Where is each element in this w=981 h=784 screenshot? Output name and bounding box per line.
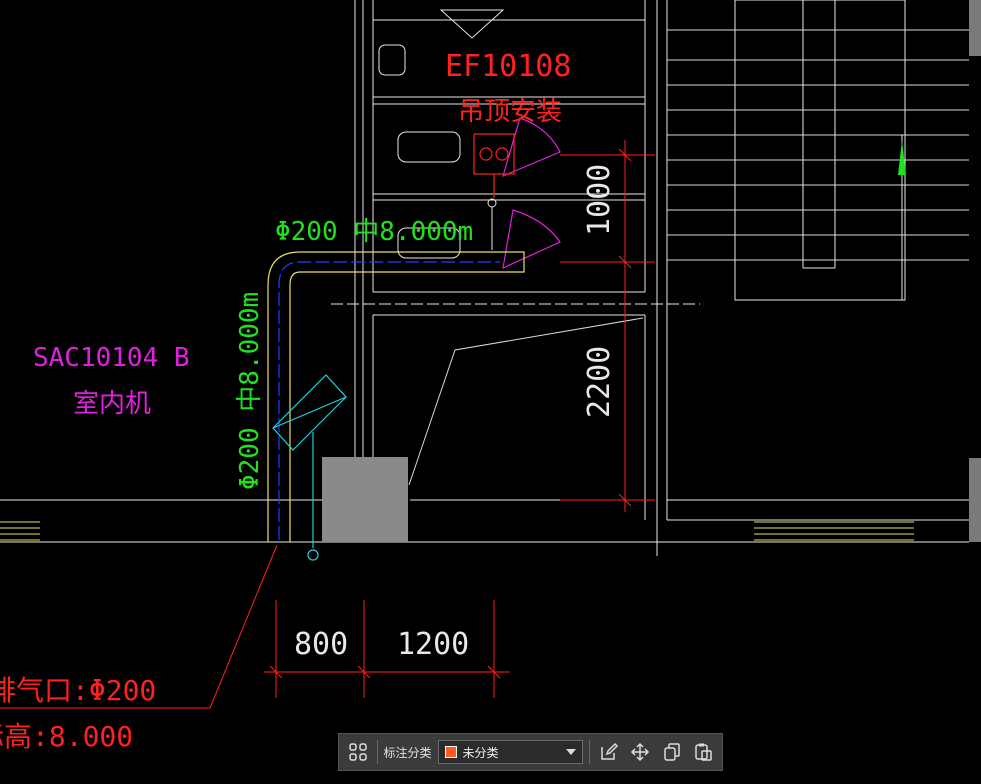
category-label: 标注分类 xyxy=(383,745,432,760)
unit-code-label: SAC10104 B xyxy=(33,343,190,373)
category-select[interactable]: 未分类 xyxy=(437,740,583,764)
dimension-2200: 2200 xyxy=(582,346,617,418)
duct-horizontal-label: Φ200 中8.000m xyxy=(275,217,473,247)
selected-equipment-block[interactable] xyxy=(322,457,408,542)
toolbar-divider xyxy=(588,740,590,764)
exhaust-label: 排气口:Φ200 xyxy=(0,674,156,707)
paste-icon[interactable] xyxy=(691,739,717,765)
fan-note-label: 吊顶安装 xyxy=(458,97,562,127)
grid-icon[interactable] xyxy=(345,739,371,765)
copy-icon[interactable] xyxy=(659,739,685,765)
dimension-1200: 1200 xyxy=(397,627,469,662)
elevation-label: 标高:8.000 xyxy=(0,720,133,753)
annotation-toolbar: 标注分类 未分类 xyxy=(338,733,723,771)
duct-vertical-label: Φ200 中8.000m xyxy=(235,292,265,490)
dimension-1000: 1000 xyxy=(582,164,617,236)
category-color-swatch xyxy=(444,746,457,758)
unit-name-label: 室内机 xyxy=(73,389,151,419)
dimension-800: 800 xyxy=(294,627,348,662)
cad-canvas[interactable]: EF10108 吊顶安装 Φ200 中8.000m Φ200 中8.000m S… xyxy=(0,0,981,784)
move-icon[interactable] xyxy=(627,739,653,765)
fan-code-label: EF10108 xyxy=(445,49,571,84)
category-value: 未分类 xyxy=(462,745,499,760)
scrollbar-top[interactable] xyxy=(969,0,981,56)
toolbar-divider xyxy=(376,740,378,764)
scrollbar-bottom[interactable] xyxy=(969,458,981,542)
edit-icon[interactable] xyxy=(596,739,622,765)
chevron-down-icon xyxy=(565,749,576,755)
